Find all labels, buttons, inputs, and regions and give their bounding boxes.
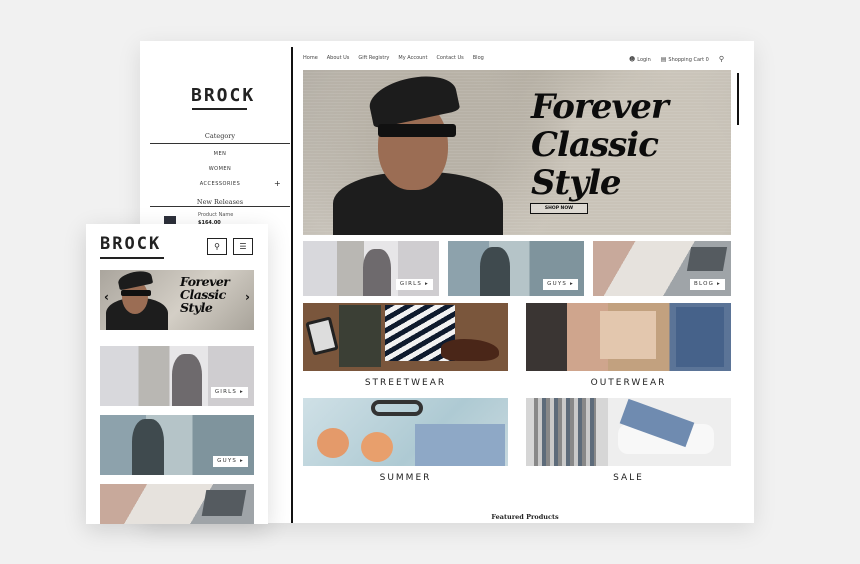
girls-label[interactable]: GIRLS ▸: [395, 279, 433, 290]
search-icon: ⚲: [214, 242, 220, 251]
cart-icon: ▤: [660, 55, 667, 63]
streetwear-image[interactable]: [303, 303, 508, 371]
new-releases-divider: [150, 206, 290, 207]
blog-tile[interactable]: BLOG ▸: [593, 241, 731, 296]
chevron-right-icon: ▸: [240, 458, 244, 464]
summer-image[interactable]: [303, 398, 508, 466]
mobile-brand-logo[interactable]: BROCK: [100, 234, 161, 254]
new-releases-title: New Releases: [196, 198, 244, 206]
sidebar-border: [291, 47, 293, 523]
mobile-menu-button[interactable]: ☰: [233, 238, 253, 255]
nav-about-us[interactable]: About Us: [327, 55, 350, 61]
blog-label[interactable]: BLOG ▸: [690, 279, 725, 290]
hero-banner[interactable]: Forever Classic Style SHOP NOW: [303, 70, 731, 235]
mobile-search-button[interactable]: ⚲: [207, 238, 227, 255]
hero-line-1: Forever: [531, 87, 669, 127]
streetwear-caption[interactable]: STREETWEAR: [303, 378, 508, 388]
mobile-guys-text: GUYS: [217, 458, 238, 464]
mobile-hero-banner[interactable]: Forever Classic Style ‹ ›: [100, 270, 254, 330]
mobile-hero-headline: Forever Classic Style: [180, 275, 254, 314]
mobile-preview: BROCK ⚲ ☰ Forever Classic Style ‹ › GIRL…: [86, 224, 268, 524]
chevron-right-icon: ▸: [570, 281, 574, 287]
search-icon[interactable]: ⚲: [719, 55, 724, 63]
login-link[interactable]: ☻ Login: [629, 56, 651, 63]
nav-home[interactable]: Home: [303, 55, 318, 61]
outerwear-image[interactable]: [526, 303, 731, 371]
cart-label: Shopping Cart: [668, 56, 705, 63]
featured-products-title: Featured Products: [491, 513, 559, 521]
nav-my-account[interactable]: My Account: [398, 55, 427, 61]
sale-caption[interactable]: SALE: [526, 473, 731, 483]
nav-gift-registry[interactable]: Gift Registry: [358, 55, 389, 61]
user-icon: ☻: [628, 55, 636, 63]
cart-link[interactable]: ▤ Shopping Cart 0: [661, 56, 709, 63]
product-name[interactable]: Product Name: [198, 212, 233, 218]
guys-tile[interactable]: GUYS ▸: [448, 241, 584, 296]
carousel-prev-icon[interactable]: ‹: [104, 290, 109, 304]
mobile-logo-underline: [100, 257, 164, 259]
outerwear-caption[interactable]: OUTERWEAR: [526, 378, 731, 388]
expand-accessories-toggle[interactable]: +: [274, 179, 281, 188]
girls-tile[interactable]: GIRLS ▸: [303, 241, 439, 296]
sidebar-item-men[interactable]: MEN: [150, 151, 290, 157]
mobile-guys-tile[interactable]: GUYS ▸: [100, 415, 254, 475]
sidebar-item-accessories[interactable]: ACCESSORIES: [150, 181, 290, 187]
guys-label[interactable]: GUYS ▸: [543, 279, 578, 290]
nav-contact-us[interactable]: Contact Us: [436, 55, 463, 61]
chevron-right-icon: ▸: [425, 281, 429, 287]
mobile-girls-label[interactable]: GIRLS ▸: [210, 387, 248, 398]
mobile-hero-line-3: Style: [180, 300, 213, 315]
sale-image[interactable]: [526, 398, 731, 466]
cart-count: 0: [705, 56, 709, 63]
nav-blog[interactable]: Blog: [473, 55, 484, 61]
chevron-right-icon: ▸: [240, 389, 244, 395]
category-title: Category: [204, 132, 236, 140]
blog-text: BLOG: [694, 281, 715, 287]
carousel-next-icon[interactable]: ›: [245, 290, 250, 304]
top-nav: Home About Us Gift Registry My Account C…: [303, 55, 484, 61]
shop-now-button[interactable]: SHOP NOW: [530, 203, 588, 214]
mobile-guys-label[interactable]: GUYS ▸: [213, 456, 248, 467]
hero-model-image: [323, 70, 513, 235]
hero-line-2: Classic: [531, 125, 659, 165]
hero-headline: Forever Classic Style: [531, 88, 731, 202]
summer-caption[interactable]: SUMMER: [303, 473, 508, 483]
mobile-blog-tile[interactable]: [100, 484, 254, 524]
mobile-girls-text: GIRLS: [214, 389, 238, 395]
scrollbar[interactable]: [737, 73, 739, 125]
login-label: Login: [637, 56, 651, 63]
logo-underline: [192, 108, 247, 110]
brand-logo[interactable]: BROCK: [191, 85, 255, 106]
guys-text: GUYS: [547, 281, 568, 287]
hero-line-3: Style: [531, 163, 622, 203]
mobile-girls-tile[interactable]: GIRLS ▸: [100, 346, 254, 406]
hamburger-menu-icon: ☰: [239, 242, 247, 251]
account-nav: ☻ Login ▤ Shopping Cart 0 ⚲: [629, 55, 724, 63]
sidebar-item-women[interactable]: WOMEN: [150, 166, 290, 172]
category-divider: [150, 143, 290, 144]
chevron-right-icon: ▸: [717, 281, 721, 287]
girls-text: GIRLS: [399, 281, 423, 287]
